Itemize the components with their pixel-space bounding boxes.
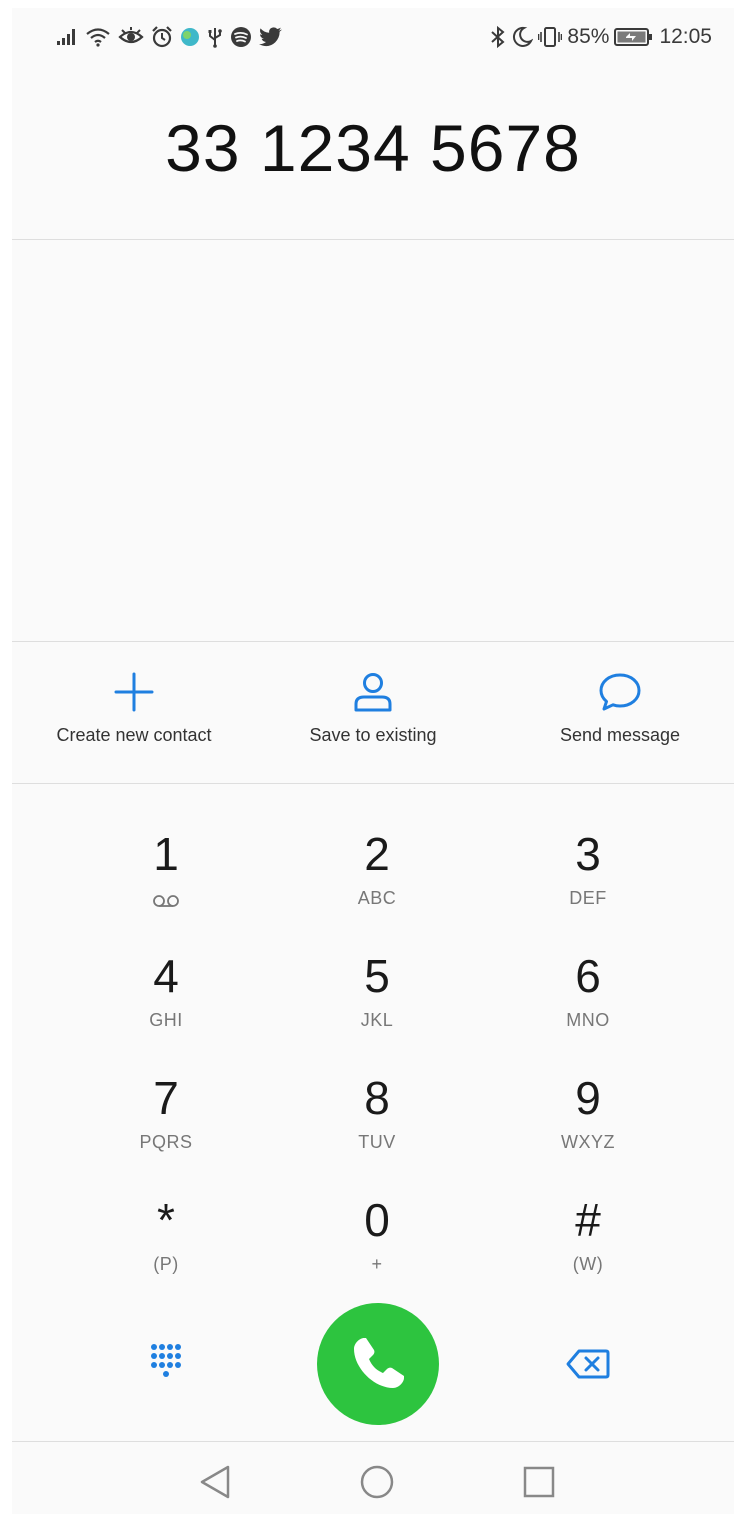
key-5[interactable]: 5 JKL: [277, 944, 477, 1054]
send-message-label: Send message: [559, 725, 681, 745]
key-letters: DEF: [569, 888, 607, 908]
key-letters: PQRS: [139, 1132, 193, 1152]
app-icon: [181, 28, 199, 46]
dialed-number[interactable]: 33 1234 5678: [12, 108, 734, 188]
spotify-icon: [231, 27, 251, 47]
key-digit: 7: [153, 1072, 179, 1124]
back-icon[interactable]: [198, 1464, 232, 1500]
wifi-icon: [86, 28, 110, 47]
backspace-button[interactable]: [566, 1348, 610, 1380]
vibrate-icon: [538, 27, 563, 47]
dialpad-toggle-button[interactable]: [148, 1342, 184, 1386]
key-letters: JKL: [360, 1010, 394, 1030]
key-letters: (W): [572, 1254, 604, 1274]
divider: [12, 783, 734, 784]
key-letters: (P): [153, 1254, 179, 1274]
recents-icon[interactable]: [522, 1464, 556, 1500]
key-digit: 0: [364, 1194, 390, 1246]
alarm-icon: [152, 26, 172, 48]
navigation-bar: [12, 1442, 734, 1514]
key-digit: 2: [364, 828, 390, 880]
status-icons-right: 85% 12:05: [490, 24, 712, 50]
signal-icon: [57, 29, 75, 45]
phone-icon: [354, 1338, 404, 1388]
create-new-contact-label: Create new contact: [56, 725, 212, 745]
backspace-icon: [566, 1349, 610, 1379]
key-digit: *: [157, 1194, 175, 1246]
key-0[interactable]: 0 +: [277, 1188, 477, 1298]
battery-icon: [614, 28, 653, 46]
battery-percent: 85%: [567, 25, 610, 48]
twitter-icon: [259, 27, 282, 47]
key-letters: MNO: [566, 1010, 610, 1030]
status-bar: 85% 12:05: [12, 8, 734, 66]
key-letters: WXYZ: [561, 1132, 615, 1152]
create-new-contact-button[interactable]: Create new contact: [14, 642, 254, 783]
send-message-button[interactable]: Send message: [500, 642, 734, 783]
call-button[interactable]: [317, 1303, 439, 1425]
plus-icon: [114, 672, 154, 712]
save-to-existing-button[interactable]: Save to existing: [253, 642, 493, 783]
key-digit: #: [575, 1194, 601, 1246]
key-letters: GHI: [149, 1010, 183, 1030]
person-icon: [354, 673, 392, 712]
contact-suggestions-area: [12, 240, 734, 641]
key-4[interactable]: 4 GHI: [66, 944, 266, 1054]
dialpad-icon: [151, 1344, 181, 1377]
key-letters: ABC: [357, 888, 397, 908]
key-digit: 4: [153, 950, 179, 1002]
key-digit: 9: [575, 1072, 601, 1124]
phone-screen: 85% 12:05 33 1234 5678 Create new contac…: [12, 8, 734, 1514]
key-9[interactable]: 9 WXYZ: [488, 1066, 688, 1176]
key-7[interactable]: 7 PQRS: [66, 1066, 266, 1176]
key-digit: 1: [153, 828, 179, 880]
key-digit: 3: [575, 828, 601, 880]
key-1[interactable]: 1: [66, 822, 266, 932]
key-star[interactable]: * (P): [66, 1188, 266, 1298]
key-digit: 8: [364, 1072, 390, 1124]
message-icon: [599, 673, 641, 711]
home-icon[interactable]: [359, 1464, 395, 1500]
number-actions: Create new contact Save to existing Send…: [12, 642, 734, 783]
key-digit: 5: [364, 950, 390, 1002]
key-hash[interactable]: # (W): [488, 1188, 688, 1298]
bluetooth-icon: [491, 25, 505, 49]
usb-icon: [208, 28, 222, 48]
voicemail-icon: [153, 895, 179, 907]
status-icons-left: [56, 24, 283, 50]
key-letters: +: [371, 1254, 383, 1274]
clock: 12:05: [659, 25, 712, 48]
key-3[interactable]: 3 DEF: [488, 822, 688, 932]
eye-icon: [118, 27, 144, 44]
key-8[interactable]: 8 TUV: [277, 1066, 477, 1176]
key-letters: TUV: [358, 1132, 396, 1152]
key-digit: 6: [575, 950, 601, 1002]
key-2[interactable]: 2 ABC: [277, 822, 477, 932]
key-6[interactable]: 6 MNO: [488, 944, 688, 1054]
save-to-existing-label: Save to existing: [309, 725, 437, 745]
moon-icon: [513, 26, 534, 47]
